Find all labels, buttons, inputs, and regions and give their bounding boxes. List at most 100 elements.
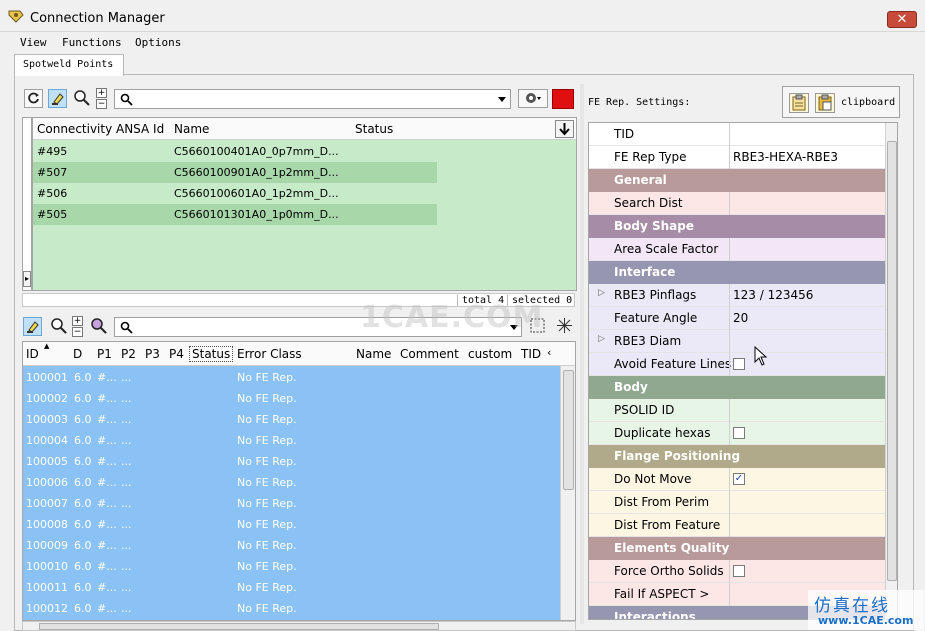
minus-icon[interactable]: − [96, 99, 107, 109]
lower-zoom-color-button[interactable] [89, 317, 108, 336]
red-square-icon[interactable] [552, 89, 574, 109]
col-connectivity[interactable]: Connectivity [37, 122, 112, 136]
expand-icon[interactable]: ▷ [598, 334, 605, 344]
property-name: PSOLID ID [614, 403, 675, 417]
property-avoid-feature-lines[interactable]: Avoid Feature Lines [589, 353, 885, 376]
connection-row[interactable]: #507 C5660100901A0_1p2mm_D... [33, 162, 437, 183]
property-search-dist[interactable]: Search Dist [589, 192, 885, 215]
col-p2[interactable]: P2 [121, 347, 136, 361]
spotweld-row[interactable]: 100005 6.0 #...... No FE Rep. [23, 450, 560, 471]
group-header-flange-positioning[interactable]: Flange Positioning [589, 445, 885, 468]
property-area-scale-factor[interactable]: Area Scale Factor [589, 238, 885, 261]
lower-hscrollbar[interactable] [22, 621, 576, 631]
col-p1[interactable]: P1 [97, 347, 112, 361]
property-tid[interactable]: TID [589, 123, 885, 146]
highlight-button[interactable] [48, 89, 67, 108]
property-value[interactable]: 20 [733, 311, 748, 325]
lower-table-scrollbar[interactable] [560, 366, 575, 620]
col-status[interactable]: Status [189, 346, 234, 362]
zoom-button[interactable] [72, 89, 91, 108]
col-comment[interactable]: Comment [400, 347, 459, 361]
props-scrollbar[interactable] [885, 123, 897, 619]
spotweld-row[interactable]: 100011 6.0 #...... No FE Rep. [23, 576, 560, 597]
col-status[interactable]: Status [355, 122, 393, 136]
group-header-body-shape[interactable]: Body Shape [589, 215, 885, 238]
lower-hscroll-thumb[interactable] [39, 623, 439, 630]
clipboard-copy-button[interactable] [789, 93, 809, 113]
props-scroll-thumb[interactable] [887, 141, 897, 581]
col-p3[interactable]: P3 [145, 347, 160, 361]
lower-highlight-button[interactable] [23, 317, 42, 336]
connection-row[interactable]: #506 C5660100601A0_1p2mm_D... [33, 183, 437, 204]
col-p4[interactable]: P4 [169, 347, 184, 361]
menu-view[interactable]: View [20, 36, 47, 49]
col-tid[interactable]: TID [521, 347, 541, 361]
settings-button[interactable] [518, 89, 548, 108]
group-header-general[interactable]: General [589, 169, 885, 192]
expand-icon[interactable]: ▷ [598, 288, 605, 298]
plus-icon[interactable]: + [96, 88, 107, 98]
spotweld-row[interactable]: 100002 6.0 #...... No FE Rep. [23, 387, 560, 408]
property-rbe3-diam[interactable]: ▷ RBE3 Diam [589, 330, 885, 353]
close-button[interactable]: ✕ [887, 11, 917, 28]
menu-options[interactable]: Options [135, 36, 181, 49]
property-dist-from-feature[interactable]: Dist From Feature [589, 514, 885, 537]
search-icon [120, 93, 133, 106]
clipboard-paste-button[interactable] [815, 93, 835, 113]
col-ansa-id[interactable]: ANSA Id [116, 122, 164, 136]
download-arrow-icon [559, 123, 570, 136]
property-value[interactable]: 123 / 123456 [733, 288, 813, 302]
lower-scroll-thumb[interactable] [563, 370, 574, 490]
property-psolid-id[interactable]: PSOLID ID [589, 399, 885, 422]
property-do-not-move[interactable]: Do Not Move ✓ [589, 468, 885, 491]
dropdown-icon[interactable] [498, 97, 506, 102]
plus-icon[interactable]: + [72, 316, 83, 326]
col-error-class[interactable]: Error Class [237, 347, 302, 361]
menu-functions[interactable]: Functions [62, 36, 122, 49]
col-name[interactable]: Name [174, 122, 209, 136]
spotweld-row[interactable]: 100007 6.0 #...... No FE Rep. [23, 492, 560, 513]
upper-search-input[interactable] [114, 89, 511, 109]
cell-connectivity: #495 [37, 145, 68, 158]
property-value[interactable]: RBE3-HEXA-RBE3 [733, 150, 838, 164]
col-id[interactable]: ID [26, 347, 39, 361]
expand-arrow[interactable]: ▸ [23, 271, 31, 287]
checkbox-avoid-feature-lines[interactable] [733, 358, 745, 370]
col-d[interactable]: D [73, 347, 82, 361]
property-force-ortho-solids[interactable]: Force Ortho Solids [589, 560, 885, 583]
group-header-body[interactable]: Body [589, 376, 885, 399]
group-header-interface[interactable]: Interface [589, 261, 885, 284]
property-feature-angle[interactable]: Feature Angle 20 [589, 307, 885, 330]
scroll-left-icon[interactable]: ‹ [547, 346, 551, 359]
property-duplicate-hexas[interactable]: Duplicate hexas [589, 422, 885, 445]
spotweld-row[interactable]: 100004 6.0 #...... No FE Rep. [23, 429, 560, 450]
download-arrow-button[interactable] [555, 120, 574, 138]
connection-row[interactable]: #505 C5660101301A0_1p0mm_D... [33, 204, 437, 225]
spotweld-row[interactable]: 100010 6.0 #...... No FE Rep. [23, 555, 560, 576]
property-dist-from-perim[interactable]: Dist From Perim [589, 491, 885, 514]
refresh-button[interactable] [24, 89, 43, 108]
lower-zoom-button[interactable] [49, 317, 68, 336]
checkbox-force-ortho-solids[interactable] [733, 565, 745, 577]
cell-id: 100002 [26, 392, 68, 405]
panel-splitter[interactable] [580, 84, 584, 624]
cell-error-class: No FE Rep. [237, 497, 297, 510]
tab-spotweld-points[interactable]: Spotweld Points [14, 54, 124, 76]
explode-button[interactable] [555, 317, 574, 336]
checkbox-do-not-move[interactable]: ✓ [733, 473, 745, 485]
col-custom[interactable]: custom [468, 347, 512, 361]
group-header-elements-quality[interactable]: Elements Quality [589, 537, 885, 560]
connection-row[interactable]: #495 C5660100401A0_0p7mm_D... [33, 141, 437, 162]
checkbox-duplicate-hexas[interactable] [733, 427, 745, 439]
minus-icon[interactable]: − [72, 327, 83, 337]
spotweld-row[interactable]: 100009 6.0 #...... No FE Rep. [23, 534, 560, 555]
spotweld-row[interactable]: 100006 6.0 #...... No FE Rep. [23, 471, 560, 492]
spotweld-row[interactable]: 100003 6.0 #...... No FE Rep. [23, 408, 560, 429]
cell-p1: #... [97, 371, 117, 384]
spotweld-row[interactable]: 100001 6.0 #...... No FE Rep. [23, 366, 560, 387]
property-fe-rep-type[interactable]: FE Rep Type RBE3-HEXA-RBE3 [589, 146, 885, 169]
col-name[interactable]: Name [356, 347, 391, 361]
spotweld-row[interactable]: 100008 6.0 #...... No FE Rep. [23, 513, 560, 534]
spotweld-row[interactable]: 100012 6.0 #...... No FE Rep. [23, 597, 560, 618]
property-rbe3-pinflags[interactable]: ▷ RBE3 Pinflags 123 / 123456 [589, 284, 885, 307]
